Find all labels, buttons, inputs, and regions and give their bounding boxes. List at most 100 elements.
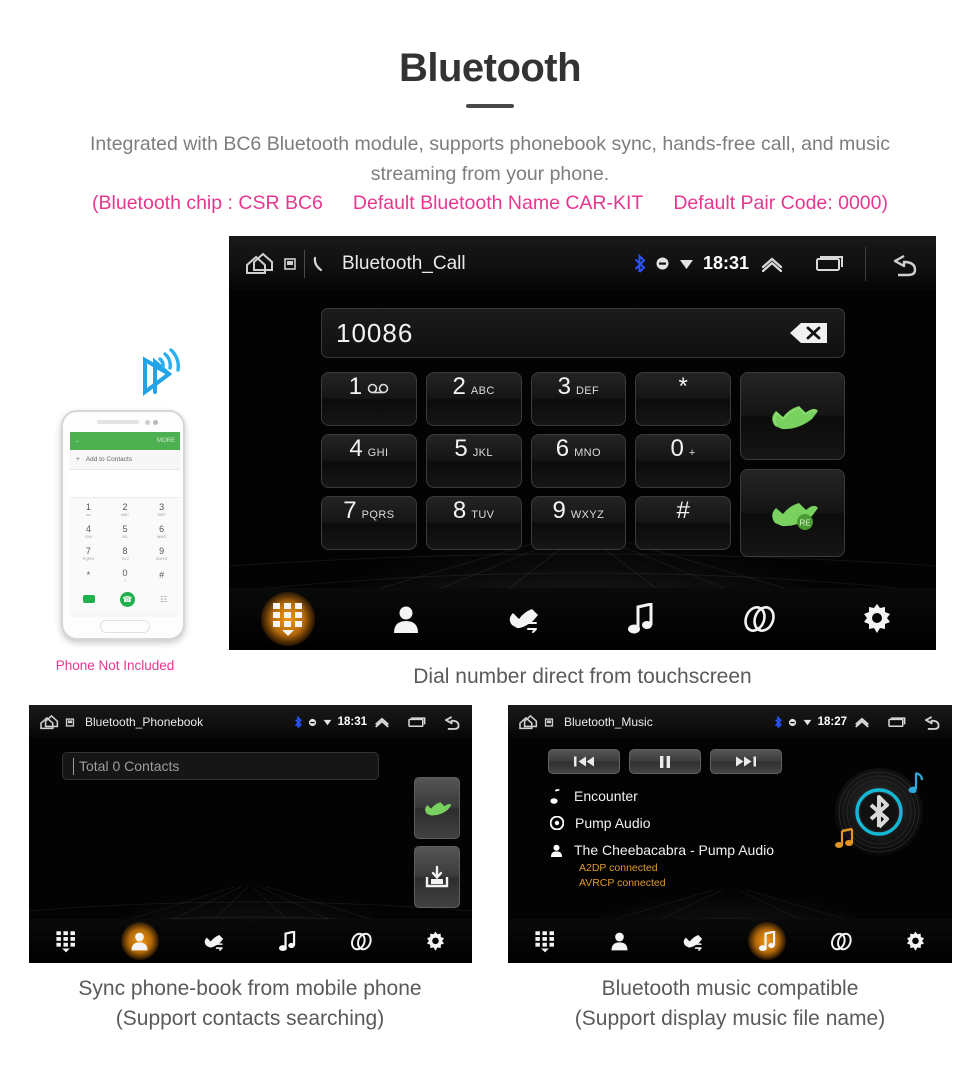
back-icon[interactable] <box>439 713 463 731</box>
contacts-search-input[interactable]: Total 0 Contacts <box>62 752 379 780</box>
key-digit: 2 <box>452 373 466 400</box>
key-letters: TUV <box>471 509 495 521</box>
nav-contacts[interactable] <box>103 919 176 963</box>
mute-icon <box>788 718 796 726</box>
key-8[interactable]: 8 TUV <box>425 496 522 550</box>
nav-call-log[interactable] <box>177 919 250 963</box>
nav-call-log[interactable] <box>465 588 583 650</box>
nav-keypad[interactable] <box>29 919 102 963</box>
phone-key: 1 oo <box>70 498 107 520</box>
key-7[interactable]: 7 PQRS <box>321 496 417 550</box>
phonebook-title: Bluetooth_Phonebook <box>85 715 204 729</box>
phonebook-caption: Sync phone-book from mobile phone (Suppo… <box>10 974 490 1034</box>
key-letters: MNO <box>574 447 601 459</box>
phone-number-field[interactable]: 10086 <box>321 308 845 358</box>
music-transport-controls <box>548 749 782 774</box>
home-icon[interactable] <box>517 714 540 731</box>
contact-icon <box>393 606 418 633</box>
phone-screen: ← MORE + Add to Contacts 1 oo 2 ABC 3 DEF 4… <box>70 432 180 617</box>
home-icon[interactable] <box>38 714 61 731</box>
key-5[interactable]: 5 JKL <box>425 434 522 488</box>
contacts-count-label: Total 0 Contacts <box>79 758 180 774</box>
call-icon <box>425 802 452 816</box>
nav-contacts[interactable] <box>347 588 465 650</box>
key-star[interactable]: * <box>635 372 731 426</box>
key-digit: 8 <box>452 497 467 524</box>
phone-key-letters: ABC <box>120 511 130 517</box>
keypad-icon <box>56 930 75 952</box>
bluetooth-icon <box>634 253 646 273</box>
phone-call-icon: ☎ <box>119 591 135 607</box>
key-1[interactable]: 1 <box>321 372 417 426</box>
nav-settings[interactable] <box>399 919 472 963</box>
key-digit: * <box>678 373 688 400</box>
text-caret <box>73 757 74 775</box>
nav-pair[interactable] <box>805 919 878 963</box>
call-button[interactable] <box>414 777 460 839</box>
music-caption-line2: (Support display music file name) <box>574 1007 886 1030</box>
nav-music[interactable] <box>251 919 324 963</box>
track-title-row: Encounter <box>550 787 840 804</box>
key-2[interactable]: 2 ABC <box>425 372 522 426</box>
key-digit: 6 <box>555 435 570 462</box>
mute-icon <box>656 257 669 270</box>
phonebook-side-actions <box>414 777 460 915</box>
home-icon[interactable] <box>243 251 277 277</box>
nav-settings[interactable] <box>818 588 936 650</box>
phone-camera-icon <box>153 420 158 425</box>
track-artist-row: The Cheebacabra - Pump Audio <box>550 842 840 858</box>
mute-icon <box>308 718 316 726</box>
phone-key-digit: # <box>159 570 165 580</box>
recents-icon[interactable] <box>405 715 428 730</box>
phone-key-digit: 4 <box>85 523 91 534</box>
nav-pair[interactable] <box>325 919 398 963</box>
back-icon[interactable] <box>919 713 943 731</box>
nav-settings[interactable] <box>879 919 952 963</box>
key-3[interactable]: 3 DEF <box>530 372 627 426</box>
key-6[interactable]: 6 MNO <box>530 434 627 488</box>
recents-icon[interactable] <box>811 252 847 276</box>
download-contacts-icon <box>425 865 449 888</box>
redial-button[interactable]: RE <box>740 469 845 557</box>
key-0[interactable]: 0 + <box>635 434 731 488</box>
next-button[interactable] <box>710 749 782 774</box>
music-clock: 18:27 <box>817 716 847 728</box>
previous-button[interactable] <box>548 749 620 774</box>
dialer-keypad: 1 2 ABC 3 DEF * 4 GHI 5 JKL 6 MNO 0 + 7 PQRS 8T… <box>321 372 845 557</box>
key-letters: WXYZ <box>570 509 605 521</box>
gear-icon <box>426 931 444 951</box>
call-button[interactable] <box>740 372 845 460</box>
key-hash[interactable]: # <box>635 496 731 550</box>
nav-call-log[interactable] <box>657 919 730 963</box>
recents-icon[interactable] <box>885 715 908 730</box>
back-icon[interactable] <box>884 250 922 278</box>
redial-badge-text: RE <box>799 519 810 528</box>
phone-sensor-icon <box>145 420 150 425</box>
key-letters: + <box>688 447 696 459</box>
nav-contacts[interactable] <box>583 919 656 963</box>
phone-key-digit: 5 <box>122 523 128 534</box>
phone-speaker <box>97 420 139 424</box>
nav-pair[interactable] <box>700 588 818 650</box>
key-4[interactable]: 4 GHI <box>321 434 417 488</box>
nav-keypad[interactable] <box>229 588 347 650</box>
dialer-caption: Dial number direct from touchscreen <box>413 665 752 688</box>
phone-videocall-icon <box>82 595 95 603</box>
dialer-status-icons: 18:31 <box>633 246 922 281</box>
chevron-up-icon[interactable] <box>758 253 786 275</box>
download-contacts-button[interactable] <box>414 846 460 908</box>
nav-music[interactable] <box>582 588 700 650</box>
key-9[interactable]: 9 WXYZ <box>530 496 627 550</box>
track-title: Encounter <box>574 787 638 804</box>
nav-keypad[interactable] <box>509 919 582 963</box>
link-icon <box>831 932 852 950</box>
phone-key-digit: 2 <box>122 501 128 512</box>
contact-icon <box>550 844 563 857</box>
chevron-up-icon[interactable] <box>853 715 871 729</box>
chevron-up-icon[interactable] <box>373 715 391 729</box>
backspace-icon[interactable] <box>788 320 830 346</box>
phone-key-letters: JKL <box>121 533 129 539</box>
nav-music[interactable] <box>731 919 804 963</box>
pause-button[interactable] <box>629 749 701 774</box>
phone-key-letters: GHI <box>84 533 92 539</box>
